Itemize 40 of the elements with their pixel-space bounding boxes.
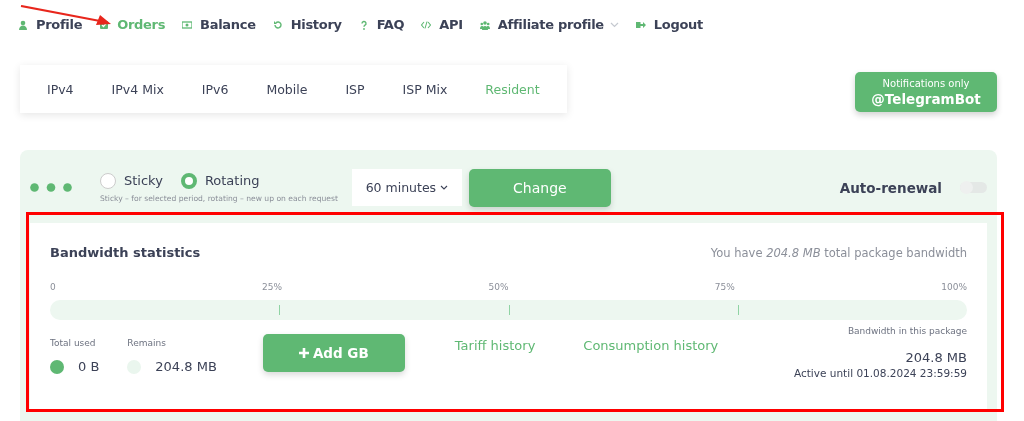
proxy-type-tab[interactable]: ISP Mix — [383, 65, 467, 113]
proxy-type-tab[interactable]: IPv6 — [182, 65, 248, 113]
package-bandwidth: 204.8 MB — [905, 350, 967, 365]
panel-title: Bandwidth statistics — [50, 245, 201, 260]
nav-link[interactable]: Profile — [18, 17, 83, 32]
user-icon — [18, 19, 28, 30]
proxy-type-tab[interactable]: ISP — [326, 65, 384, 113]
stat-value: 0 B — [78, 359, 100, 374]
banknote-icon — [182, 19, 193, 30]
stat-label: Total used — [50, 338, 97, 348]
proxy-type-tab[interactable]: Mobile — [247, 65, 327, 113]
period-select[interactable]: 60 minutes — [351, 169, 462, 206]
mode-radio[interactable]: Rotating — [180, 172, 260, 189]
proxy-type-tab[interactable]: IPv4 — [28, 65, 93, 113]
users-icon — [479, 19, 490, 30]
logout-icon — [635, 19, 646, 30]
nav-link[interactable]: History — [272, 17, 342, 32]
bandwidth-summary: You have 204.8 MB total package bandwidth — [710, 246, 967, 260]
more-icon[interactable] — [30, 183, 72, 192]
plus-icon — [298, 348, 309, 358]
nav-link[interactable]: Affiliate profile — [479, 17, 619, 32]
stat-label: Remains — [127, 338, 167, 348]
chevron-down-icon — [440, 185, 449, 190]
nav-link[interactable]: Balance — [182, 17, 256, 32]
history-icon — [272, 19, 283, 30]
package-label: Bandwidth in this package — [847, 326, 967, 336]
stat-value: 204.8 MB — [155, 359, 217, 374]
nav-link[interactable]: API — [421, 17, 463, 32]
mode-radio[interactable]: Sticky — [100, 172, 163, 189]
nav-link[interactable]: Logout — [635, 17, 703, 32]
active-until: Active until 01.08.2024 23:59:59 — [793, 367, 967, 379]
auto-renewal-label: Auto-renewal — [839, 179, 942, 196]
nav-link[interactable]: FAQ — [358, 17, 405, 32]
scale-label: 25% — [262, 282, 283, 292]
scale-label: 100% — [941, 282, 967, 292]
proxy-type-tab[interactable]: IPv4 Mix — [92, 65, 183, 113]
code-icon — [421, 19, 432, 30]
scale-label: 0 — [50, 282, 56, 292]
scale-label: 75% — [714, 282, 735, 292]
scale-label: 50% — [488, 282, 509, 292]
